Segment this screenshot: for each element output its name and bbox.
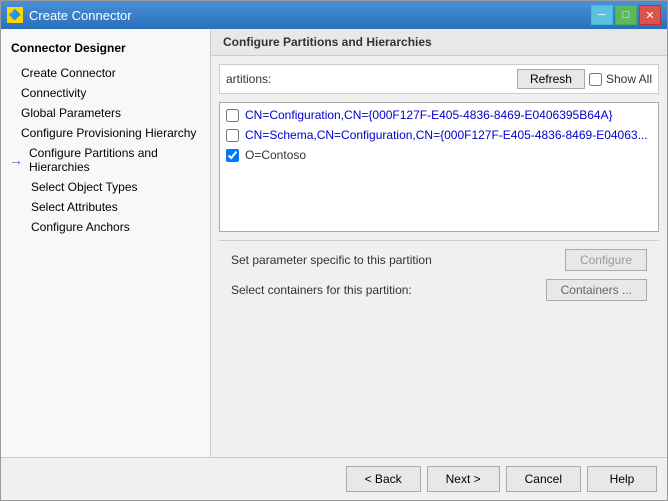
sidebar-item-configure-provisioning[interactable]: Configure Provisioning Hierarchy xyxy=(1,123,210,143)
bottom-section: Set parameter specific to this partition… xyxy=(219,240,659,309)
maximize-button[interactable]: □ xyxy=(615,5,637,25)
next-button[interactable]: Next > xyxy=(427,466,500,492)
title-bar-left: 🔷 Create Connector xyxy=(7,7,132,23)
spacer xyxy=(219,317,659,449)
sidebar-item-connectivity[interactable]: Connectivity xyxy=(1,83,210,103)
window-title: Create Connector xyxy=(29,8,132,23)
containers-button[interactable]: Containers ... xyxy=(546,279,647,301)
sidebar-label-connectivity: Connectivity xyxy=(21,86,86,100)
back-button[interactable]: < Back xyxy=(346,466,421,492)
cancel-button[interactable]: Cancel xyxy=(506,466,581,492)
show-all-checkbox[interactable] xyxy=(589,73,602,86)
partition-link-1[interactable]: CN=Configuration,CN={000F127F-E405-4836-… xyxy=(245,108,613,122)
title-bar-controls: ─ □ ✕ xyxy=(591,5,661,25)
partition-link-2[interactable]: CN=Schema,CN=Configuration,CN={000F127F-… xyxy=(245,128,648,142)
title-bar: 🔷 Create Connector ─ □ ✕ xyxy=(1,1,667,29)
refresh-button[interactable]: Refresh xyxy=(517,69,585,89)
sidebar-item-create-connector[interactable]: Create Connector xyxy=(1,63,210,83)
help-button[interactable]: Help xyxy=(587,466,657,492)
sidebar-label-configure-partitions: Configure Partitions and Hierarchies xyxy=(29,146,200,174)
sidebar: Connector Designer Create Connector Conn… xyxy=(1,29,211,457)
list-item[interactable]: O=Contoso xyxy=(222,145,656,165)
list-item[interactable]: CN=Configuration,CN={000F127F-E405-4836-… xyxy=(222,105,656,125)
sidebar-item-select-attributes[interactable]: Select Attributes xyxy=(1,197,210,217)
sidebar-item-global-parameters[interactable]: Global Parameters xyxy=(1,103,210,123)
partition-text-3: O=Contoso xyxy=(245,148,306,162)
footer: < Back Next > Cancel Help xyxy=(1,457,667,500)
sidebar-item-configure-partitions[interactable]: → Configure Partitions and Hierarchies xyxy=(1,143,210,177)
configure-button[interactable]: Configure xyxy=(565,249,647,271)
main-panel-header: Configure Partitions and Hierarchies xyxy=(211,29,667,56)
show-all-text: Show All xyxy=(606,72,652,86)
sidebar-item-select-object-types[interactable]: Select Object Types xyxy=(1,177,210,197)
close-button[interactable]: ✕ xyxy=(639,5,661,25)
sidebar-header: Connector Designer xyxy=(1,37,210,63)
containers-label: Select containers for this partition: xyxy=(231,283,412,297)
main-panel: Configure Partitions and Hierarchies art… xyxy=(211,29,667,457)
sidebar-label-configure-provisioning: Configure Provisioning Hierarchy xyxy=(21,126,196,140)
partition-checkbox-3[interactable] xyxy=(226,149,239,162)
partitions-area: artitions: Refresh Show All CN=Configura… xyxy=(211,56,667,457)
main-window: 🔷 Create Connector ─ □ ✕ Connector Desig… xyxy=(0,0,668,501)
app-icon: 🔷 xyxy=(7,7,23,23)
sidebar-label-create-connector: Create Connector xyxy=(21,66,116,80)
content-area: Connector Designer Create Connector Conn… xyxy=(1,29,667,457)
sidebar-label-global-parameters: Global Parameters xyxy=(21,106,121,120)
containers-row: Select containers for this partition: Co… xyxy=(231,279,647,301)
show-all-label[interactable]: Show All xyxy=(589,72,652,86)
sidebar-label-configure-anchors: Configure Anchors xyxy=(31,220,130,234)
partitions-label: artitions: xyxy=(226,72,271,86)
partition-checkbox-1[interactable] xyxy=(226,109,239,122)
partition-checkbox-2[interactable] xyxy=(226,129,239,142)
sidebar-label-select-attributes: Select Attributes xyxy=(31,200,118,214)
configure-row: Set parameter specific to this partition… xyxy=(231,249,647,271)
current-arrow-icon: → xyxy=(9,152,23,168)
sidebar-item-configure-anchors[interactable]: Configure Anchors xyxy=(1,217,210,237)
param-label: Set parameter specific to this partition xyxy=(231,253,432,267)
minimize-button[interactable]: ─ xyxy=(591,5,613,25)
partitions-toolbar: artitions: Refresh Show All xyxy=(219,64,659,94)
sidebar-label-select-object-types: Select Object Types xyxy=(31,180,138,194)
list-item[interactable]: CN=Schema,CN=Configuration,CN={000F127F-… xyxy=(222,125,656,145)
partitions-list[interactable]: CN=Configuration,CN={000F127F-E405-4836-… xyxy=(219,102,659,232)
